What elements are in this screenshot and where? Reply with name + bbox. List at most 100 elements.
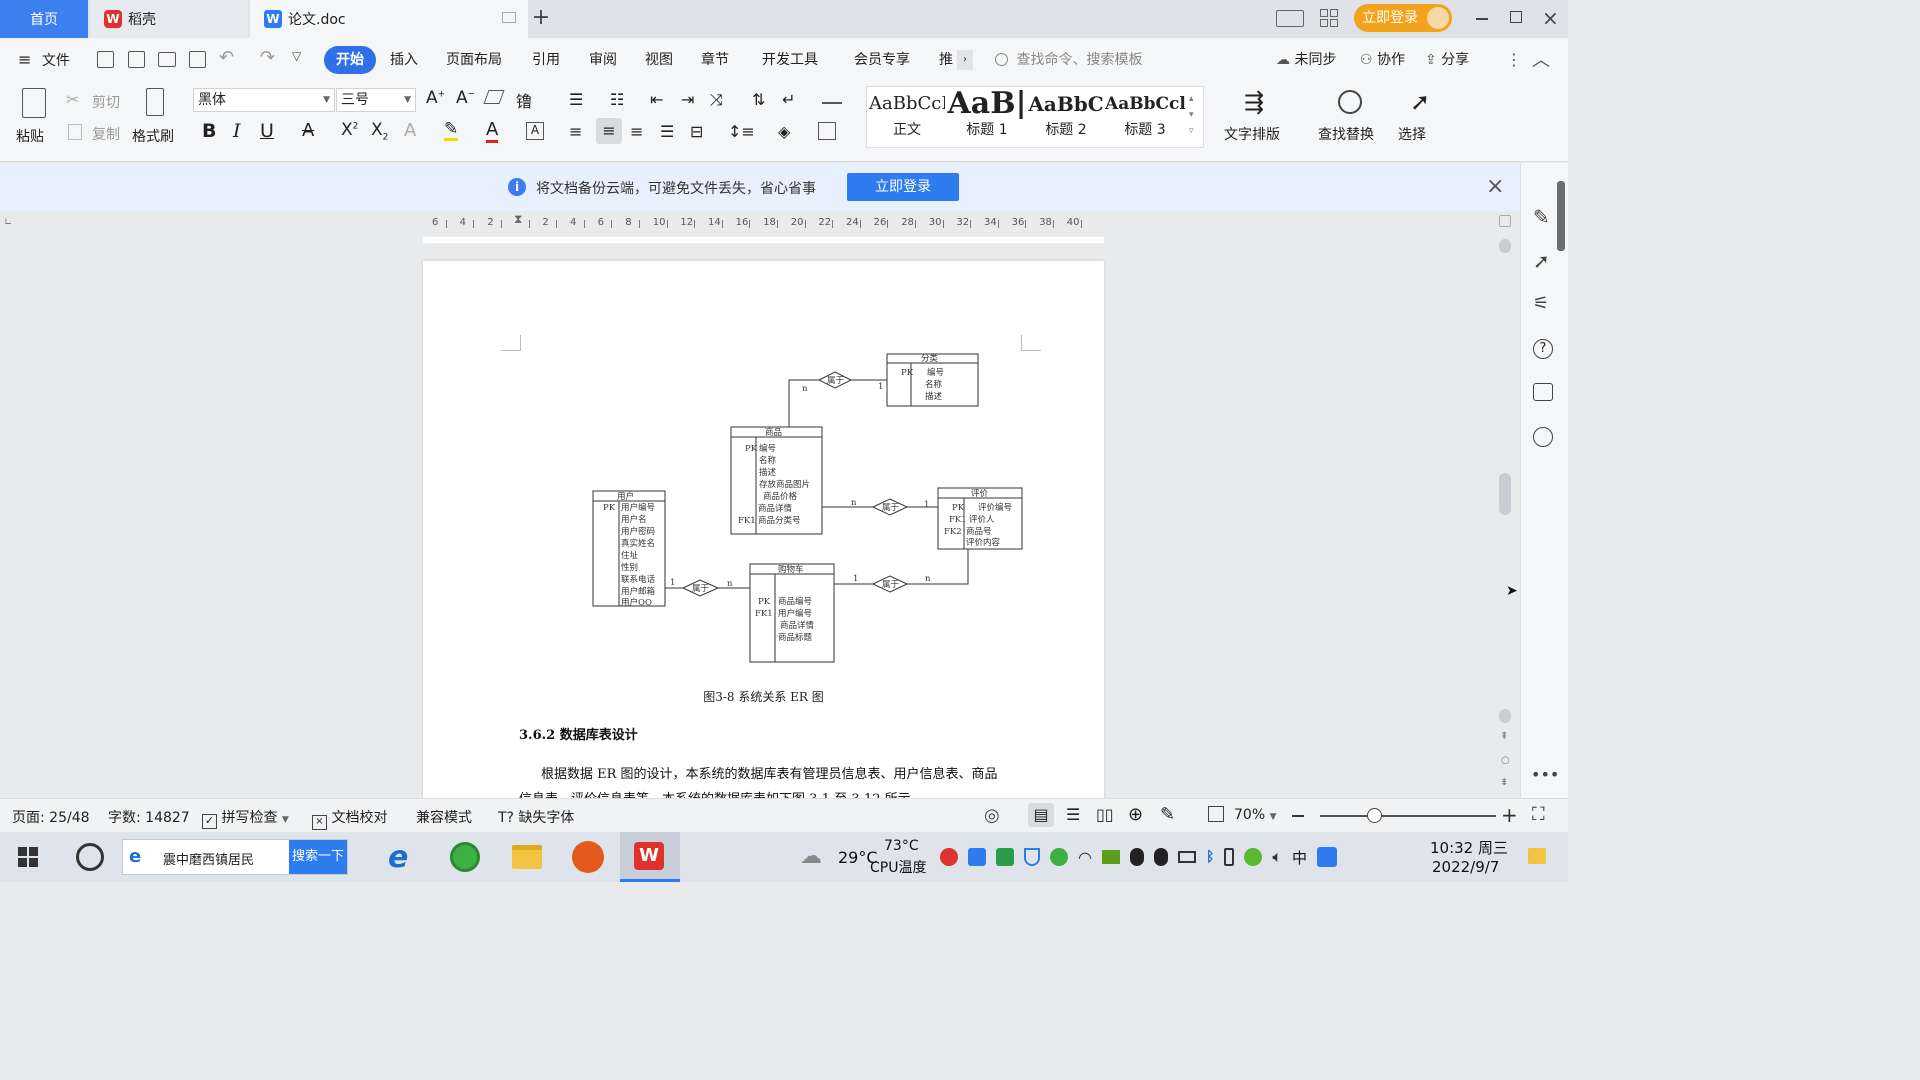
tray-app-icon[interactable] <box>940 848 958 866</box>
web-view-icon[interactable]: ⊕ <box>1128 804 1143 825</box>
line-break-icon[interactable]: ↵ <box>782 90 795 109</box>
scroll-top-icon[interactable] <box>1499 215 1511 227</box>
justify-icon[interactable]: ☰ <box>660 122 674 141</box>
fit-page-icon[interactable] <box>1208 806 1224 822</box>
assistant-icon[interactable] <box>76 843 104 871</box>
format-painter-button[interactable]: 格式刷 <box>132 86 180 145</box>
zoom-in-icon[interactable]: + <box>1501 803 1518 827</box>
shield-icon[interactable] <box>1024 848 1040 866</box>
vertical-scrollbar[interactable]: ⇞ ○ ⇟ <box>1496 211 1514 798</box>
menu-page-layout[interactable]: 页面布局 <box>446 46 502 74</box>
zoom-slider[interactable] <box>1320 808 1496 823</box>
file-menu[interactable]: ≡ 文件 <box>18 46 70 74</box>
share-button[interactable]: ⇪ 分享 <box>1425 46 1469 74</box>
menu-recommend[interactable]: 推 <box>939 46 953 74</box>
style-normal[interactable]: AaBbCcI 正文 <box>869 89 945 145</box>
collapse-ribbon-icon[interactable]: ︿ <box>1532 46 1550 72</box>
restore-icon[interactable] <box>1510 11 1522 23</box>
menu-review[interactable]: 审阅 <box>589 46 617 74</box>
nvidia-icon[interactable] <box>1101 850 1120 864</box>
char-border-icon[interactable]: A <box>526 122 544 140</box>
sliders-icon[interactable]: ⚟ <box>1533 293 1549 314</box>
italic-icon[interactable]: I <box>233 120 241 142</box>
compat-mode[interactable]: 兼容模式 <box>416 807 472 827</box>
eye-protect-icon[interactable]: ◎ <box>984 805 1000 826</box>
scroll-thumb[interactable] <box>1499 473 1511 515</box>
distributed-icon[interactable]: ⊟ <box>690 122 703 141</box>
select-button[interactable]: ➚ 选择 <box>1396 86 1446 144</box>
align-left-icon[interactable]: ≡ <box>569 122 582 141</box>
qq-icon[interactable] <box>1129 848 1144 866</box>
tray-app-icon[interactable] <box>1050 848 1068 866</box>
outline-view-icon[interactable]: ☰ <box>1066 805 1080 824</box>
zoom-level[interactable]: 70% ▼ <box>1234 807 1277 823</box>
bold-icon[interactable]: B <box>202 120 216 142</box>
pointer-icon[interactable]: ➚ <box>1533 249 1550 273</box>
wifi-icon[interactable]: ◠ <box>1078 848 1092 867</box>
wps-taskbar-button[interactable]: W <box>620 832 680 882</box>
grid-apps-icon[interactable] <box>1320 9 1338 27</box>
paste-button[interactable]: 粘贴 <box>14 86 54 145</box>
sidebar-handle[interactable] <box>1557 181 1565 251</box>
zoom-out-icon[interactable] <box>1292 815 1304 817</box>
more-vertical-icon[interactable]: ⋮ <box>1506 50 1522 69</box>
style-heading-1[interactable]: AaB| 标题 1 <box>947 89 1027 145</box>
ime-indicator[interactable]: 中 <box>1292 847 1307 868</box>
menu-start[interactable]: 开始 <box>324 46 376 74</box>
read-view-icon[interactable]: ▯▯ <box>1096 805 1114 824</box>
styles-scroll-icon[interactable]: ▴ ▾ ▿ <box>1189 91 1194 139</box>
notification-icon[interactable] <box>1528 848 1546 864</box>
print-preview-icon[interactable] <box>189 51 206 68</box>
collab-button[interactable]: ⚇ 协作 <box>1360 46 1405 74</box>
ie-browser-icon[interactable]: e <box>388 840 408 875</box>
menu-dev-tools[interactable]: 开发工具 <box>762 46 818 74</box>
pen-edit-icon[interactable]: ✎ <box>1533 205 1550 229</box>
quick-access-dropdown-icon[interactable]: ▽ <box>292 49 301 63</box>
phonetic-guide-icon[interactable]: 镥 <box>516 88 532 112</box>
superscript-icon[interactable]: X2 <box>341 120 358 140</box>
borders-icon[interactable] <box>818 122 836 140</box>
document-page[interactable]: 属于 属于 属于 属于 n 1 n 1 1 n 1 n 分类 PK 编号 名称 … <box>423 261 1104 821</box>
tray-app-icon[interactable] <box>1244 848 1263 866</box>
word-count[interactable]: 字数: 14827 <box>108 807 190 827</box>
tray-app-icon[interactable] <box>996 848 1014 866</box>
clock-date[interactable]: 2022/9/7 <box>1432 858 1499 876</box>
tray-app-icon[interactable] <box>1317 847 1337 867</box>
battery-icon[interactable] <box>1177 851 1196 863</box>
strikethrough-icon[interactable]: A <box>302 120 314 141</box>
more-horizontal-icon[interactable]: ••• <box>1531 765 1559 784</box>
find-replace-button[interactable]: 查找替换 <box>1316 86 1388 144</box>
style-heading-2[interactable]: AaBbC 标题 2 <box>1027 89 1105 145</box>
decrease-indent-icon[interactable]: ⇤ <box>650 90 663 109</box>
write-view-icon[interactable]: ✎ <box>1160 804 1175 825</box>
screen-icon[interactable] <box>502 12 516 23</box>
font-name-select[interactable]: 黑体 ▼ <box>193 88 335 112</box>
increase-indent-icon[interactable]: ⇥ <box>681 90 694 109</box>
scroll-down-icon[interactable] <box>1499 709 1511 723</box>
cut-button[interactable]: ✂ 剪切 <box>66 90 126 112</box>
sort-icon[interactable]: ⇅ <box>752 90 765 109</box>
taskbar-search-button[interactable]: 搜索一下 <box>289 840 347 874</box>
help-icon[interactable]: ? <box>1533 339 1553 359</box>
style-heading-3[interactable]: AaBbCcl 标题 3 <box>1105 89 1185 145</box>
shrink-font-icon[interactable]: A− <box>456 88 475 108</box>
text-layout-button[interactable]: ⇶ 文字排版 <box>1222 86 1294 144</box>
clear-format-icon[interactable] <box>483 90 505 104</box>
prev-page-icon[interactable]: ⇞ <box>1500 731 1508 742</box>
text-direction-icon[interactable]: ⤨ <box>710 90 723 110</box>
bluetooth-icon[interactable]: ᛒ <box>1206 849 1214 865</box>
scroll-up-icon[interactable] <box>1499 239 1511 253</box>
copy-button[interactable]: 复制 <box>66 122 126 144</box>
game-app-icon[interactable] <box>572 841 604 873</box>
missing-font-button[interactable]: T? 缺失字体 <box>498 807 574 827</box>
green-browser-icon[interactable] <box>450 842 480 872</box>
sync-status[interactable]: ☁ 未同步 <box>1276 46 1336 74</box>
tray-app-icon[interactable] <box>968 848 986 866</box>
qq-icon[interactable] <box>1153 848 1168 866</box>
numbered-list-icon[interactable]: ☷ <box>610 90 624 109</box>
menu-insert[interactable]: 插入 <box>390 46 418 74</box>
layout-icon[interactable] <box>1276 10 1304 27</box>
menu-scroll-right-icon[interactable]: › <box>957 50 973 70</box>
subscript-icon[interactable]: X2 <box>371 120 388 142</box>
close-icon[interactable]: × <box>1542 6 1559 30</box>
